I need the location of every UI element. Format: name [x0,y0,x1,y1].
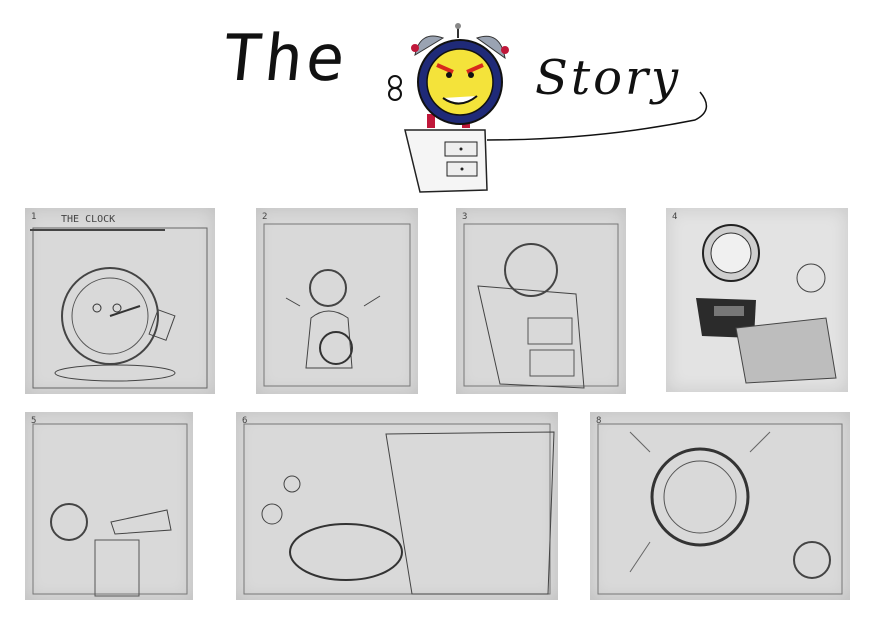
panel-number: 6 [242,416,248,426]
panel-number: 3 [462,212,468,222]
storyboard-title: The Story [215,10,715,200]
storyboard-panel-8: 8 [590,412,850,600]
storyboard-panel-3: 3 [456,208,626,394]
panel-number: 8 [596,416,602,426]
panel-number: 4 [672,212,678,222]
storyboard-panel-4: 4 [666,208,848,392]
storyboard-panel-1: 1 THE CLOCK [25,208,215,394]
title-word-story: Story [535,50,682,106]
storyboard-panel-2: 2 [256,208,418,394]
panel-number: 5 [31,416,37,426]
panel-number: 2 [262,212,268,222]
storyboard-panel-6: 6 [236,412,558,600]
panel-caption: THE CLOCK [61,214,116,225]
panel-number: 1 [31,212,37,222]
storyboard-panel-5: 5 [25,412,193,600]
title-word-the: The [219,22,352,96]
